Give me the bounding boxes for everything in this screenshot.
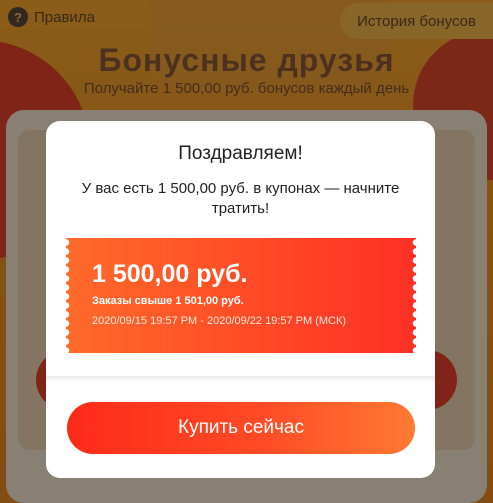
modal-message: У вас есть 1 500,00 руб. в купонах — нач… — [81, 180, 400, 217]
coupon-card: 1 500,00 руб. Заказы свыше 1 501,00 руб.… — [66, 238, 416, 353]
divider — [46, 376, 435, 382]
coupon-condition: Заказы свыше 1 501,00 руб. — [92, 295, 244, 307]
coupon-validity: 2020/09/15 19:57 PM - 2020/09/22 19:57 P… — [92, 315, 347, 327]
buy-now-button[interactable]: Купить сейчас — [67, 402, 415, 454]
congrats-modal: Поздравляем! У вас есть 1 500,00 руб. в … — [46, 121, 435, 478]
coupon-amount: 1 500,00 руб. — [92, 260, 248, 288]
modal-title: Поздравляем! — [178, 143, 303, 164]
